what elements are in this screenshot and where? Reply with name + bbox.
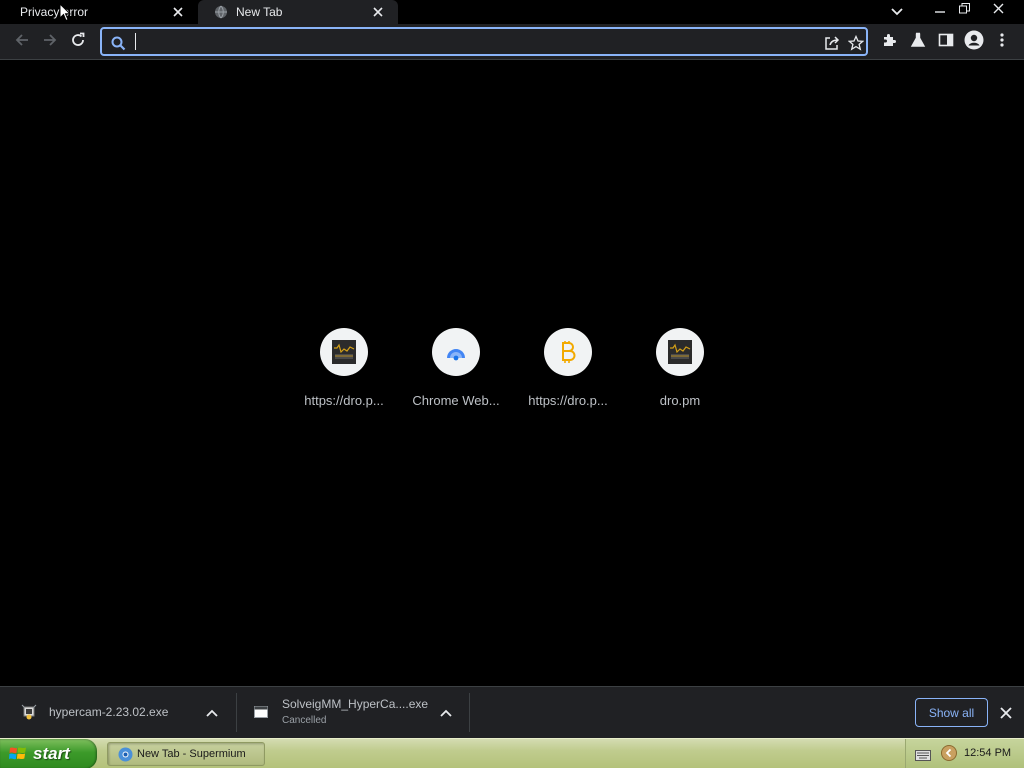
extensions-button[interactable]	[878, 30, 902, 54]
back-button[interactable]	[10, 30, 34, 54]
restore-icon	[958, 1, 970, 19]
taskbar: start New Tab - Supermium 12:54 PM	[0, 738, 1024, 768]
flask-icon	[910, 32, 926, 53]
download-filename: SolveigMM_HyperCa....exe	[282, 697, 429, 711]
bookmark-star-icon[interactable]	[846, 33, 866, 53]
close-icon	[993, 1, 1004, 19]
show-all-button[interactable]: Show all	[915, 698, 988, 727]
windows-logo-icon	[9, 746, 27, 767]
arrow-left-icon	[14, 32, 30, 53]
shortcut-tile[interactable]: https://dro.p...	[288, 328, 400, 418]
start-label: start	[33, 744, 70, 763]
tab-strip: Privacy error New Tab	[0, 0, 1024, 24]
side-panel-icon	[938, 32, 954, 53]
arrow-right-icon	[42, 32, 58, 53]
taskbar-item-label: New Tab - Supermium	[137, 748, 246, 760]
shortcut-tile[interactable]: Chrome Web...	[400, 328, 512, 418]
reload-button[interactable]	[66, 30, 90, 54]
tab-title: New Tab	[236, 5, 283, 19]
installer-icon	[21, 704, 37, 720]
share-icon[interactable]	[822, 33, 842, 53]
chevron-up-icon[interactable]	[438, 705, 454, 721]
start-button[interactable]: start	[0, 739, 97, 768]
menu-button[interactable]	[990, 30, 1014, 54]
address-input[interactable]	[138, 31, 818, 52]
dro-site-icon	[656, 328, 704, 376]
tab-search-button[interactable]	[886, 0, 908, 24]
keyboard-icon[interactable]	[915, 748, 931, 766]
tab-title: Privacy error	[20, 5, 89, 19]
shortcut-label: dro.pm	[659, 393, 701, 408]
supermium-icon	[118, 747, 133, 767]
shortcut-tile[interactable]: https://dro.p...	[512, 328, 624, 418]
chrome-web-store-icon	[432, 328, 480, 376]
puzzle-icon	[882, 32, 898, 53]
system-tray: 12:54 PM	[905, 739, 1024, 768]
download-status: Cancelled	[282, 715, 327, 726]
shortcut-label: Chrome Web...	[412, 393, 500, 408]
restore-button[interactable]	[949, 0, 979, 20]
new-tab-page: https://dro.p... Chrome Web... https://d…	[0, 60, 1024, 686]
chevron-down-icon	[891, 3, 903, 21]
dro-site-icon	[320, 328, 368, 376]
close-icon[interactable]	[998, 705, 1014, 721]
shortcut-tile[interactable]: dro.pm	[624, 328, 736, 418]
browser-toolbar	[0, 24, 1024, 59]
expand-tray-icon[interactable]	[941, 745, 957, 766]
shortcut-label: https://dro.p...	[304, 393, 384, 408]
download-item[interactable]: hypercam-2.23.02.exe	[0, 687, 236, 738]
tab-close-icon[interactable]	[370, 4, 386, 20]
shortcut-label: https://dro.p...	[528, 393, 608, 408]
more-vertical-icon	[1000, 32, 1004, 52]
download-filename: hypercam-2.23.02.exe	[49, 705, 169, 719]
forward-button[interactable]	[38, 30, 62, 54]
labs-button[interactable]	[906, 30, 930, 54]
window-file-icon	[253, 704, 269, 720]
download-item[interactable]: SolveigMM_HyperCa....exe Cancelled	[237, 687, 469, 738]
text-caret	[135, 33, 136, 50]
minimize-icon	[935, 1, 945, 19]
clock: 12:54 PM	[964, 747, 1012, 759]
tab-close-icon[interactable]	[170, 4, 186, 20]
avatar-icon	[964, 30, 984, 55]
bitcoin-b-icon	[544, 328, 592, 376]
profile-button[interactable]	[962, 30, 986, 54]
tab-new-tab[interactable]: New Tab	[198, 0, 398, 24]
globe-icon	[214, 5, 228, 19]
reload-icon	[70, 32, 86, 53]
download-shelf: hypercam-2.23.02.exe SolveigMM_HyperCa..…	[0, 686, 1024, 738]
taskbar-item-new-tab[interactable]: New Tab - Supermium	[107, 742, 265, 766]
search-icon	[108, 33, 128, 53]
chevron-up-icon[interactable]	[204, 705, 220, 721]
download-separator	[469, 693, 470, 732]
side-panel-button[interactable]	[934, 30, 958, 54]
address-bar[interactable]	[100, 27, 868, 56]
tab-privacy-error[interactable]: Privacy error	[0, 0, 198, 24]
close-window-button[interactable]	[983, 0, 1013, 20]
